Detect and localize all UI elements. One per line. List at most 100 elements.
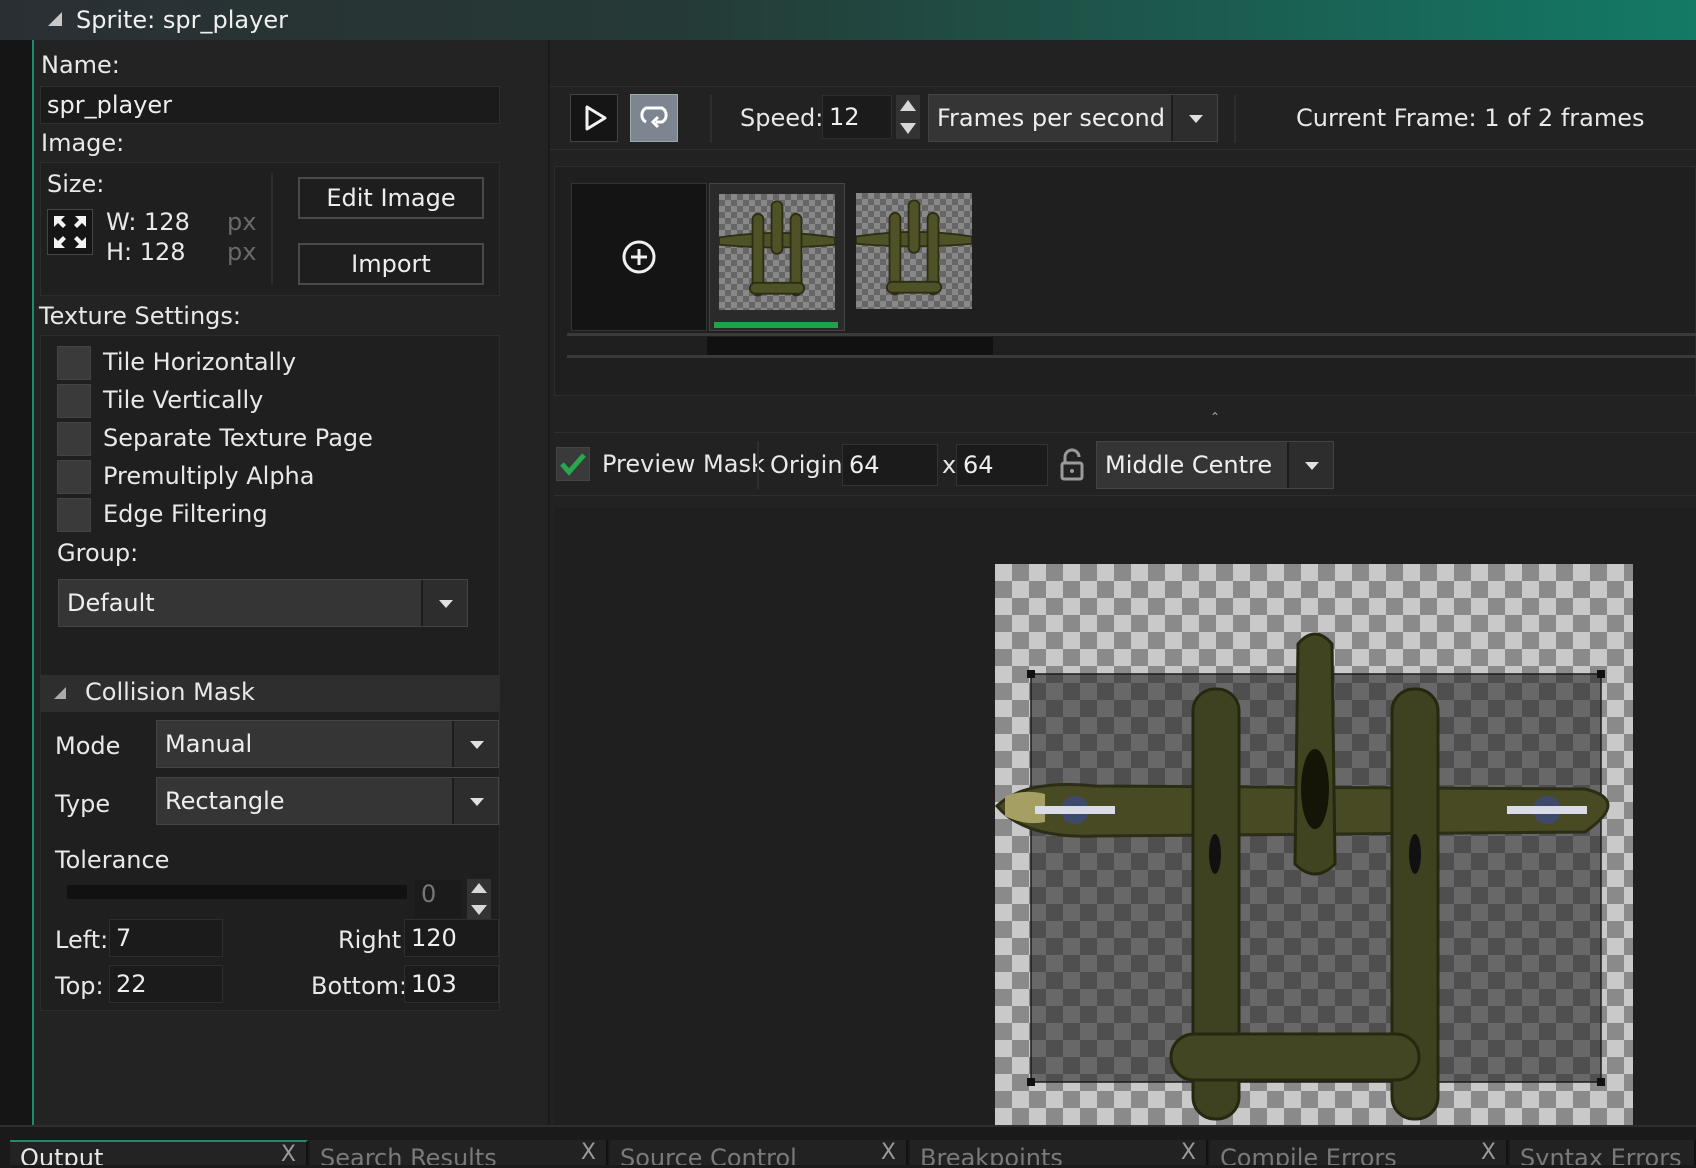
tolerance-label: Tolerance	[55, 846, 170, 874]
sprite-properties-panel: Name: spr_player Image: Size: W: 128 H: …	[34, 40, 548, 1125]
tab-breakpoints[interactable]: Breakpoints X	[910, 1140, 1208, 1165]
divider	[1234, 95, 1236, 143]
height-value: H: 128	[106, 238, 186, 266]
mode-value: Manual	[165, 730, 253, 758]
tab-label: Syntax Errors	[1520, 1144, 1682, 1165]
tab-compile-errors[interactable]: Compile Errors X	[1210, 1140, 1508, 1165]
tab-label: Breakpoints	[920, 1144, 1063, 1165]
chevron-down-icon[interactable]	[1171, 95, 1217, 141]
separate-texture-page-label: Separate Texture Page	[103, 424, 373, 452]
premultiply-alpha-label: Premultiply Alpha	[103, 462, 315, 490]
tolerance-stepper[interactable]	[467, 879, 491, 919]
divider	[757, 441, 759, 489]
speed-label: Speed:	[740, 104, 824, 132]
close-icon[interactable]: X	[1181, 1140, 1196, 1165]
tile-horizontally-checkbox[interactable]	[57, 346, 91, 380]
right-input[interactable]: 120	[404, 919, 499, 957]
speed-stepper[interactable]	[896, 95, 920, 139]
sprite-canvas[interactable]	[554, 508, 1696, 1164]
top-label: Top:	[55, 972, 104, 1000]
tab-label: Search Results	[320, 1144, 497, 1165]
tolerance-slider[interactable]	[67, 885, 407, 899]
tab-syntax-errors[interactable]: Syntax Errors	[1510, 1140, 1696, 1165]
collapse-triangle-icon[interactable]	[48, 12, 62, 26]
close-icon[interactable]: X	[1481, 1140, 1496, 1165]
frame-image	[855, 193, 973, 309]
name-input[interactable]: spr_player	[40, 86, 500, 124]
speed-input[interactable]: 12	[822, 95, 892, 139]
collapse-triangle-icon	[54, 687, 66, 699]
tab-label: Output	[20, 1144, 104, 1165]
timeline-ruler	[567, 355, 1696, 358]
type-label: Type	[55, 790, 111, 818]
divider	[710, 95, 712, 143]
tile-vertically-label: Tile Vertically	[103, 386, 264, 414]
collision-mask-title: Collision Mask	[85, 678, 255, 706]
height-unit: px	[227, 238, 257, 266]
tab-source-control[interactable]: Source Control X	[610, 1140, 908, 1165]
frame-strip	[554, 166, 1696, 396]
origin-label: Origin:	[770, 451, 851, 479]
group-value: Default	[67, 589, 155, 617]
chevron-down-icon[interactable]	[1287, 442, 1333, 488]
origin-x-input[interactable]: 64	[842, 444, 938, 486]
origin-separator: x	[942, 451, 957, 479]
size-label: Size:	[47, 170, 105, 198]
origin-preset-dropdown[interactable]: Middle Centre	[1096, 441, 1334, 489]
edit-image-button[interactable]: Edit Image	[298, 177, 484, 219]
tab-output[interactable]: Output X	[10, 1140, 308, 1165]
chevron-down-icon[interactable]	[452, 778, 498, 824]
premultiply-alpha-checkbox[interactable]	[57, 460, 91, 494]
edge-filtering-checkbox[interactable]	[57, 498, 91, 532]
chevron-down-icon[interactable]	[421, 580, 467, 626]
frame-thumbnail[interactable]	[847, 183, 983, 331]
width-unit: px	[227, 208, 257, 236]
sprite-preview	[994, 564, 1633, 1164]
type-dropdown[interactable]: Rectangle	[156, 777, 499, 825]
resize-icon[interactable]	[47, 209, 93, 255]
separate-texture-page-checkbox[interactable]	[57, 422, 91, 456]
dock-edge	[0, 40, 34, 1125]
tolerance-input[interactable]: 0	[415, 880, 461, 918]
origin-y-input[interactable]: 64	[956, 444, 1048, 486]
lock-icon[interactable]	[1056, 447, 1088, 483]
divider	[271, 173, 273, 285]
speed-unit-dropdown[interactable]: Frames per second	[928, 94, 1218, 142]
width-value: W: 128	[106, 208, 190, 236]
preview-mask-label: Preview Mask	[602, 450, 765, 478]
playback-toolbar: Speed: 12 Frames per second Current Fram…	[550, 86, 1696, 150]
group-label: Group:	[57, 539, 139, 567]
preview-mask-checkbox[interactable]	[556, 447, 590, 481]
top-input[interactable]: 22	[109, 965, 223, 1003]
expand-handle-icon[interactable]: ⌃	[1210, 410, 1220, 424]
collision-mask-body: Mode Manual Type Rectangle Tolerance 0 L…	[40, 711, 500, 1011]
texture-settings-box: Tile Horizontally Tile Vertically Separa…	[40, 335, 500, 703]
group-dropdown[interactable]: Default	[58, 579, 468, 627]
add-frame-button[interactable]	[571, 183, 707, 331]
tile-vertically-checkbox[interactable]	[57, 384, 91, 418]
bottom-input[interactable]: 103	[404, 965, 499, 1003]
frame-thumbnail[interactable]	[709, 183, 845, 331]
play-button[interactable]	[570, 94, 618, 142]
close-icon[interactable]: X	[581, 1140, 596, 1165]
import-button[interactable]: Import	[298, 243, 484, 285]
name-label: Name:	[41, 51, 120, 79]
left-input[interactable]: 7	[109, 919, 223, 957]
left-label: Left:	[55, 926, 109, 954]
sprite-editor-panel: Speed: 12 Frames per second Current Fram…	[550, 40, 1696, 1164]
close-icon[interactable]: X	[281, 1142, 296, 1165]
edge-filtering-label: Edge Filtering	[103, 500, 268, 528]
tab-label: Source Control	[620, 1144, 797, 1165]
speed-unit-value: Frames per second	[937, 104, 1165, 132]
image-label: Image:	[41, 129, 125, 157]
collision-mask-header[interactable]: Collision Mask	[40, 675, 500, 711]
close-icon[interactable]: X	[881, 1140, 896, 1165]
loop-button[interactable]	[630, 94, 678, 142]
right-label: Right:	[338, 926, 410, 954]
bottom-label: Bottom:	[311, 972, 408, 1000]
mode-dropdown[interactable]: Manual	[156, 720, 499, 768]
timeline-range[interactable]	[707, 337, 993, 355]
tab-search-results[interactable]: Search Results X	[310, 1140, 608, 1165]
selected-frame-indicator	[714, 322, 838, 328]
chevron-down-icon[interactable]	[452, 721, 498, 767]
